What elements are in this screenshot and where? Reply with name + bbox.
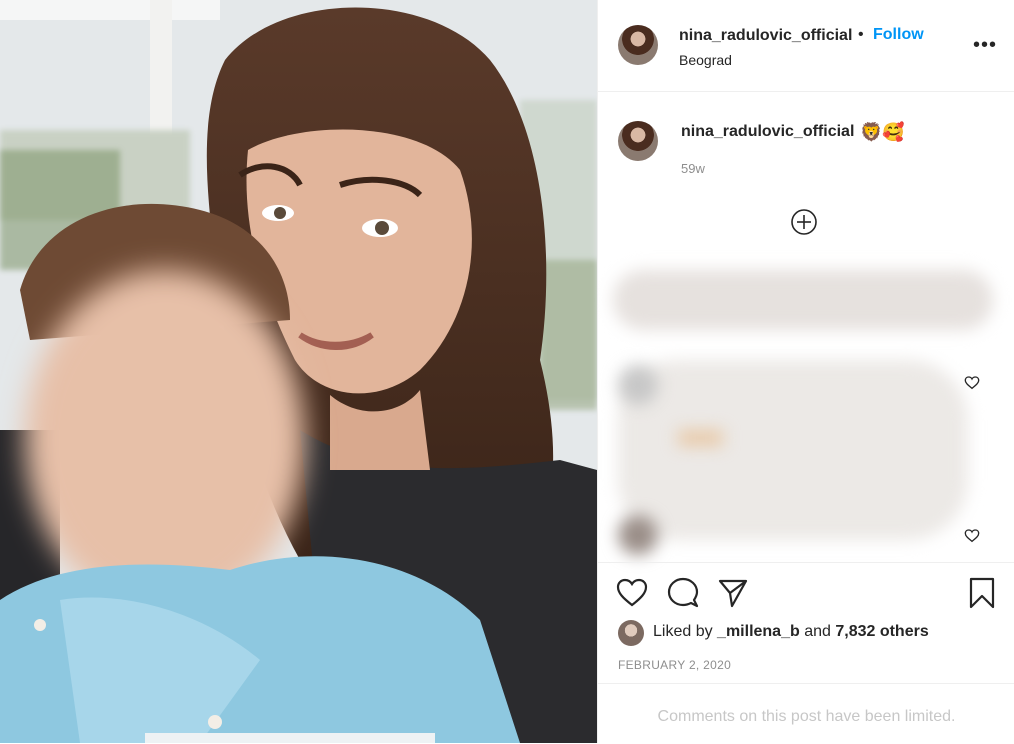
likes-middle: and (799, 623, 836, 640)
likes-count[interactable]: 7,832 others (835, 623, 928, 640)
caption-time[interactable]: 59w (681, 161, 705, 176)
bookmark-icon[interactable] (966, 577, 998, 609)
comment-like-icon[interactable] (964, 528, 980, 544)
share-icon[interactable] (717, 577, 749, 609)
more-icon[interactable]: ••• (973, 34, 997, 57)
post-sidebar: nina_radulovic_official • Follow Beograd… (597, 0, 1014, 743)
post-header: nina_radulovic_official • Follow Beograd… (598, 0, 1014, 92)
photo-illustration (0, 0, 597, 743)
comment-icon[interactable] (667, 577, 699, 609)
comments-limited-notice: Comments on this post have been limited. (598, 683, 1014, 744)
separator-dot: • (858, 26, 864, 43)
author-username[interactable]: nina_radulovic_official (679, 27, 852, 45)
post-location[interactable]: Beograd (679, 52, 732, 68)
action-bar (598, 562, 1014, 623)
heart-icon[interactable] (616, 577, 648, 609)
comment-like-icon[interactable] (964, 375, 980, 391)
liker-username[interactable]: _millena_b (717, 623, 800, 640)
likes-prefix: Liked by (653, 623, 718, 640)
comments-limited-text: Comments on this post have been limited. (657, 708, 956, 725)
liker-avatar[interactable] (618, 620, 644, 646)
likes-text: Liked by _millena_b and 7,832 others (653, 623, 929, 641)
add-comment-icon[interactable] (791, 209, 817, 235)
caption-text: 🦁🥰 (860, 122, 905, 142)
post-date[interactable]: FEBRUARY 2, 2020 (618, 658, 731, 672)
caption-username[interactable]: nina_radulovic_official (681, 123, 854, 141)
caption-avatar[interactable] (618, 121, 658, 161)
follow-button[interactable]: Follow (873, 26, 924, 44)
post-photo[interactable] (0, 0, 597, 743)
author-avatar[interactable] (618, 25, 658, 65)
